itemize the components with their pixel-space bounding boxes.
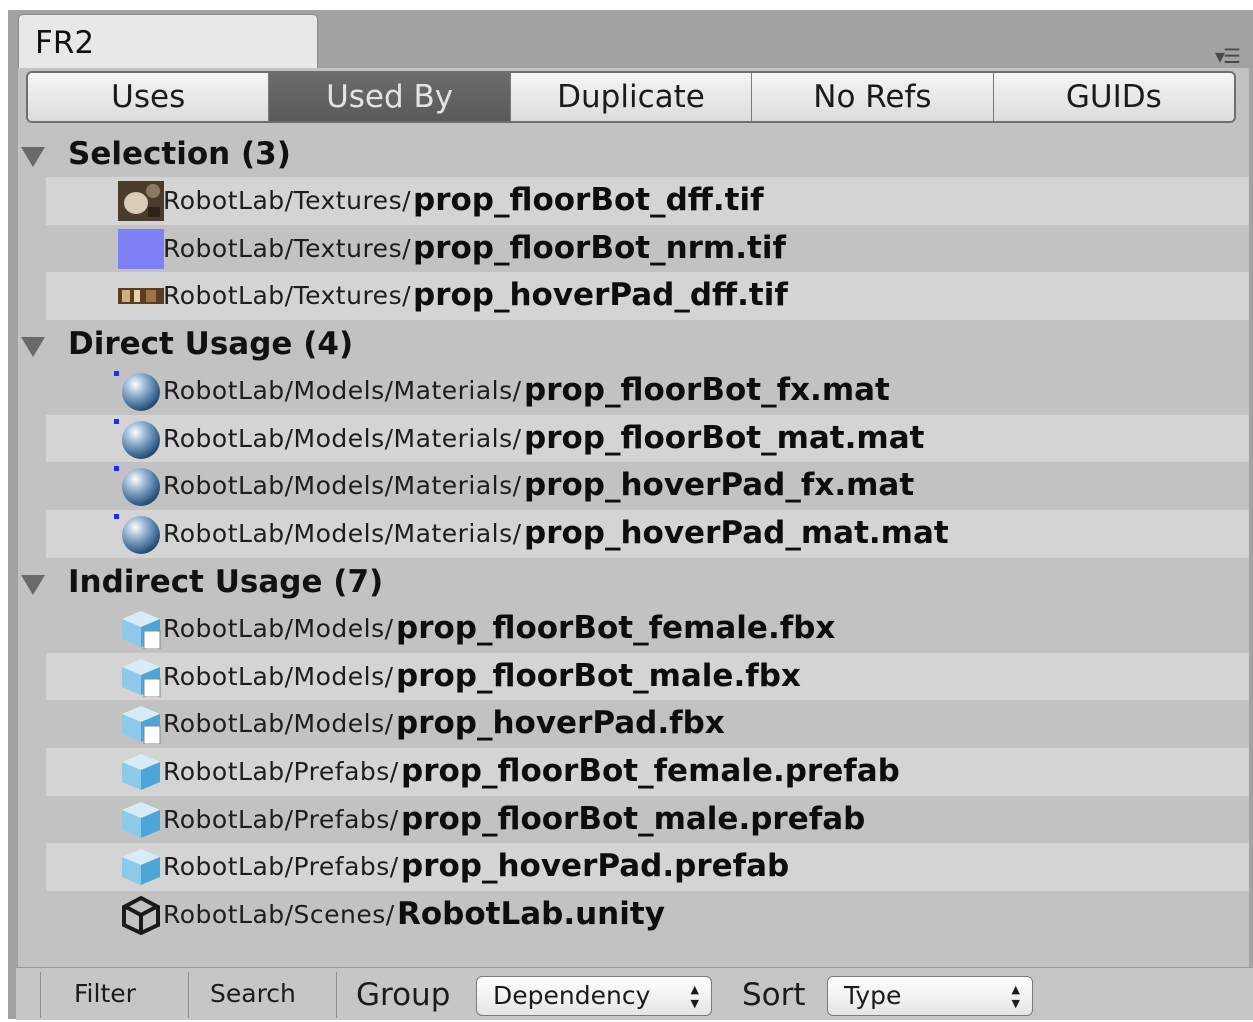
group-header[interactable]: Indirect Usage (7) <box>18 558 1249 605</box>
asset-filename: prop_floorBot_nrm.tif <box>413 229 786 266</box>
unity-scene-icon <box>118 895 164 936</box>
asset-path: RobotLab/Models/Materials/ <box>163 376 522 406</box>
asset-row[interactable]: RobotLab/Models/Materials/prop_hoverPad_… <box>46 462 1249 510</box>
group-title: Indirect Usage (7) <box>68 563 384 600</box>
asset-filename: prop_floorBot_male.prefab <box>401 800 866 837</box>
asset-path: RobotLab/Textures/ <box>163 281 412 311</box>
sort-select-value: Type <box>844 981 902 1010</box>
search-button[interactable]: Search <box>210 968 296 1020</box>
model-file-icon <box>118 704 164 745</box>
collapse-triangle-icon[interactable] <box>21 337 45 358</box>
prefab-cube-icon <box>118 800 164 840</box>
asset-path: RobotLab/Scenes/ <box>163 899 395 929</box>
asset-path: RobotLab/Models/ <box>163 661 394 691</box>
asset-path: RobotLab/Models/Materials/ <box>163 423 522 453</box>
material-sphere-icon <box>118 514 164 555</box>
fr2-window: FR2 ▾☰ Uses Used By Duplicate No Refs GUIDs … <box>8 10 1253 1020</box>
asset-path: RobotLab/Textures/ <box>163 186 412 215</box>
prefab-cube-icon <box>118 847 164 887</box>
asset-row[interactable]: RobotLab/Prefabs/prop_hoverPad.prefab <box>46 843 1249 891</box>
asset-path: RobotLab/Models/Materials/ <box>163 519 522 549</box>
asset-row[interactable]: RobotLab/Models/Materials/prop_floorBot_… <box>46 367 1249 415</box>
asset-path: RobotLab/Prefabs/ <box>163 756 399 786</box>
asset-path: RobotLab/Models/ <box>163 613 394 643</box>
window-tab-title: FR2 <box>35 25 95 61</box>
material-sphere-icon <box>118 466 164 507</box>
model-file-icon <box>118 609 164 650</box>
asset-row[interactable]: RobotLab/Textures/prop_floorBot_dff.tif <box>46 177 1249 225</box>
group-select-value: Dependency <box>493 981 651 1010</box>
texture-thumbnail-icon <box>118 181 164 221</box>
asset-filename: prop_hoverPad.fbx <box>396 705 725 742</box>
asset-filename: prop_hoverPad.prefab <box>401 848 790 885</box>
asset-filename: prop_floorBot_dff.tif <box>413 182 764 218</box>
group-header[interactable]: Direct Usage (4) <box>18 320 1249 367</box>
asset-row[interactable]: RobotLab/Models/prop_floorBot_female.fbx <box>46 605 1249 653</box>
bottom-toolbar: Filter Search Group Dependency ▲ ▼ Sort T… <box>16 967 1253 1020</box>
prefab-cube-icon <box>118 752 164 792</box>
asset-filename: RobotLab.unity <box>397 895 665 932</box>
stepper-arrows-icon: ▲ ▼ <box>690 983 699 1010</box>
window-tab[interactable]: FR2 <box>18 14 318 70</box>
texture-thumbnail-icon <box>118 276 164 316</box>
asset-filename: prop_floorBot_mat.mat <box>524 419 925 456</box>
asset-path: RobotLab/Models/Materials/ <box>163 471 522 501</box>
collapse-triangle-icon[interactable] <box>21 147 45 167</box>
group-title: Direct Usage (4) <box>68 326 354 363</box>
material-sphere-icon <box>118 419 164 459</box>
content-panel: Uses Used By Duplicate No Refs GUIDs Selecti… <box>18 68 1249 1019</box>
material-sphere-icon <box>118 371 164 412</box>
asset-filename: prop_floorBot_male.fbx <box>396 657 801 694</box>
separator <box>40 972 41 1018</box>
tab-used-by[interactable]: Used By <box>269 73 511 121</box>
asset-filename: prop_floorBot_fx.mat <box>524 372 890 409</box>
asset-path: RobotLab/Models/ <box>163 709 394 739</box>
asset-row[interactable]: RobotLab/Prefabs/prop_floorBot_female.pr… <box>46 747 1249 796</box>
normal-map-thumbnail-icon <box>118 228 164 269</box>
asset-row[interactable]: RobotLab/Models/prop_hoverPad.fbx <box>46 700 1249 748</box>
tab-guids[interactable]: GUIDs <box>993 73 1234 121</box>
asset-path: RobotLab/Prefabs/ <box>163 804 399 834</box>
asset-path: RobotLab/Textures/ <box>163 233 412 263</box>
stepper-arrows-icon: ▲ ▼ <box>1011 983 1020 1010</box>
filter-button[interactable]: Filter <box>74 968 136 1020</box>
asset-row[interactable]: RobotLab/Models/Materials/prop_floorBot_… <box>46 414 1249 463</box>
tab-duplicate[interactable]: Duplicate <box>510 73 753 121</box>
asset-filename: prop_hoverPad_mat.mat <box>524 515 949 552</box>
sort-select[interactable]: Type ▲ ▼ <box>827 976 1033 1016</box>
asset-row[interactable]: RobotLab/Models/prop_floorBot_male.fbx <box>46 652 1249 701</box>
asset-path: RobotLab/Prefabs/ <box>163 852 399 882</box>
asset-filename: prop_hoverPad_dff.tif <box>413 277 788 314</box>
asset-row[interactable]: RobotLab/Prefabs/prop_floorBot_male.pref… <box>46 796 1249 844</box>
reference-tree: Selection (3) RobotLab/Textures/prop_floo… <box>18 130 1249 939</box>
sort-label: Sort <box>742 977 806 1013</box>
menu-icon[interactable]: ▾☰ <box>1215 44 1241 68</box>
asset-filename: prop_floorBot_female.fbx <box>396 609 836 646</box>
asset-filename: prop_floorBot_female.prefab <box>401 752 900 789</box>
tab-uses[interactable]: Uses <box>28 73 270 121</box>
asset-row[interactable]: RobotLab/Textures/prop_floorBot_nrm.tif <box>46 225 1249 273</box>
asset-filename: prop_hoverPad_fx.mat <box>524 467 915 504</box>
asset-row[interactable]: RobotLab/Scenes/RobotLab.unity <box>46 891 1249 939</box>
group-header[interactable]: Selection (3) <box>18 130 1249 177</box>
group-label: Group <box>356 977 451 1013</box>
mode-tabs: Uses Used By Duplicate No Refs GUIDs <box>26 71 1236 123</box>
group-title: Selection (3) <box>68 136 291 172</box>
group-select[interactable]: Dependency ▲ ▼ <box>476 976 712 1016</box>
model-file-icon <box>118 657 164 697</box>
tab-no-refs[interactable]: No Refs <box>752 73 994 121</box>
separator <box>336 972 337 1018</box>
collapse-triangle-icon[interactable] <box>21 574 45 595</box>
separator <box>188 972 189 1018</box>
asset-row[interactable]: RobotLab/Textures/prop_hoverPad_dff.tif <box>46 272 1249 321</box>
asset-row[interactable]: RobotLab/Models/Materials/prop_hoverPad_… <box>46 510 1249 558</box>
